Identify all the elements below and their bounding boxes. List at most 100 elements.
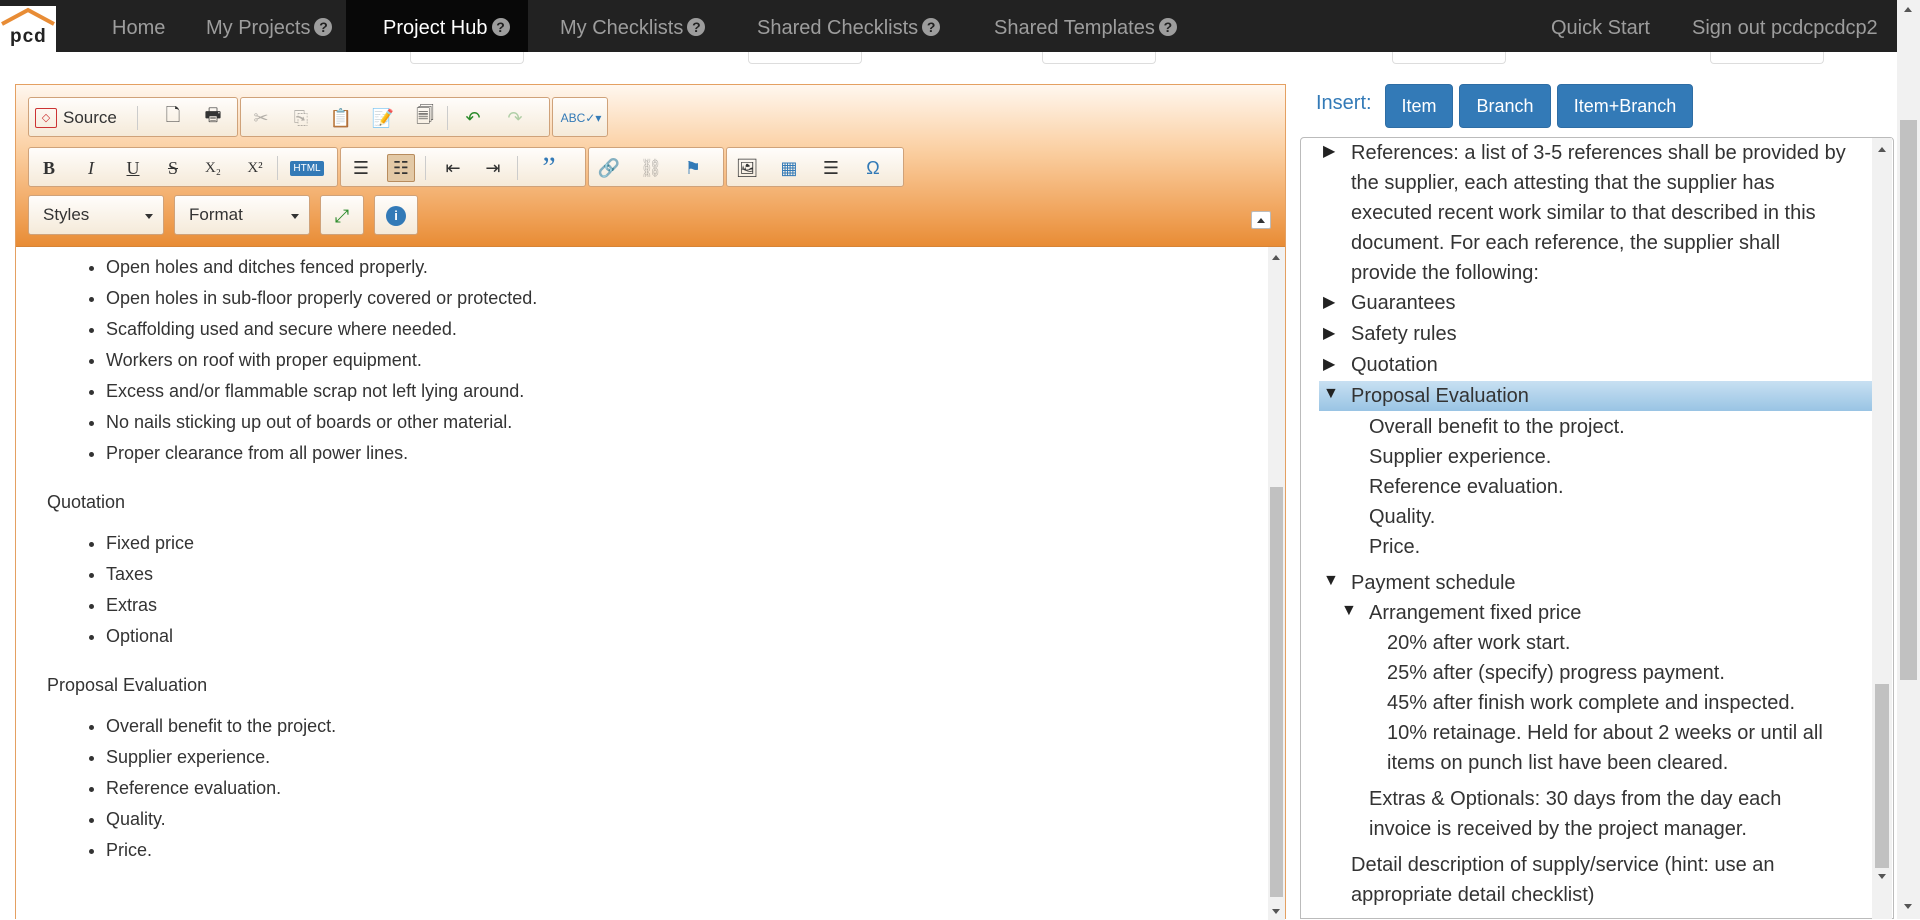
editor-content[interactable]: Open holes and ditches fenced properly.O… xyxy=(16,247,1269,920)
tree-node-references[interactable]: References: a list of 3-5 references sha… xyxy=(1351,138,1846,288)
scroll-up-arrow-icon[interactable] xyxy=(1904,7,1912,12)
link-icon[interactable]: 🔗 xyxy=(595,154,623,182)
copy-icon[interactable]: ⎘ xyxy=(287,104,315,132)
tree-leaf[interactable]: 10% retainage. Held for about 2 weeks or… xyxy=(1387,718,1823,778)
source-button[interactable]: ◇ Source xyxy=(35,104,133,132)
remove-format-icon[interactable]: HTML xyxy=(290,154,324,182)
tree-leaf[interactable]: Supplier experience. xyxy=(1369,442,1551,472)
collapse-toolbar-button[interactable] xyxy=(1251,211,1271,229)
tree-node-quotation[interactable]: Quotation xyxy=(1351,350,1438,380)
redo-icon[interactable]: ↷ xyxy=(501,104,529,132)
expanded-triangle-icon[interactable]: ▼ xyxy=(1341,602,1357,620)
nav-shared-templates[interactable]: Shared Templates? xyxy=(994,0,1177,52)
horizontal-line-icon[interactable]: ☰ xyxy=(817,154,845,182)
spellcheck-icon[interactable]: ABC✓▾ xyxy=(561,104,602,132)
scroll-down-arrow-icon[interactable] xyxy=(1904,904,1912,909)
special-char-icon[interactable]: Ω xyxy=(859,154,887,182)
unlink-icon[interactable]: ⛓ xyxy=(637,154,665,182)
anchor-flag-icon[interactable]: ⚑ xyxy=(679,154,707,182)
superscript-button[interactable]: X² xyxy=(241,154,269,182)
undo-icon[interactable]: ↶ xyxy=(459,104,487,132)
cut-icon[interactable]: ✂ xyxy=(247,104,275,132)
bulleted-list-icon[interactable]: ☷ xyxy=(387,154,415,182)
tree-leaf[interactable]: Detail description of supply/service (hi… xyxy=(1351,850,1775,910)
scrollbar-thumb[interactable] xyxy=(1270,487,1283,897)
expanded-triangle-icon[interactable]: ▼ xyxy=(1323,385,1339,403)
help-icon[interactable]: ? xyxy=(1158,18,1177,36)
numbered-list-icon[interactable]: ☰ xyxy=(347,154,375,182)
collapsed-triangle-icon[interactable]: ▶ xyxy=(1323,354,1335,374)
scroll-down-arrow-icon[interactable] xyxy=(1272,909,1280,914)
nav-project-hub[interactable]: Project Hub? xyxy=(346,0,528,52)
nav-project-hub-label: Project Hub xyxy=(383,17,488,39)
scrollbar-thumb[interactable] xyxy=(1875,684,1889,868)
scroll-down-arrow-icon[interactable] xyxy=(1878,874,1886,879)
print-icon[interactable]: 🖶 xyxy=(199,104,227,132)
logo-text: pcd xyxy=(10,26,47,47)
nav-home[interactable]: Home xyxy=(112,0,165,52)
styles-dropdown[interactable]: Styles xyxy=(28,195,164,235)
preview-icon[interactable]: 🗋 xyxy=(159,104,187,132)
help-icon[interactable]: ? xyxy=(491,18,510,36)
table-icon[interactable]: ▦ xyxy=(775,154,803,182)
nav-my-projects[interactable]: My Projects? xyxy=(206,0,333,52)
tree-leaf[interactable]: Price. xyxy=(1369,532,1420,562)
tree-leaf[interactable]: Overall benefit to the project. xyxy=(1369,412,1625,442)
editor-scrollbar[interactable] xyxy=(1268,247,1285,920)
tree-leaf[interactable]: Reference evaluation. xyxy=(1369,472,1564,502)
expanded-triangle-icon[interactable]: ▼ xyxy=(1323,572,1339,590)
maximize-icon[interactable]: ⤢ xyxy=(328,202,356,230)
bullet-list: Open holes and ditches fenced properly.O… xyxy=(106,252,1269,469)
scroll-up-arrow-icon[interactable] xyxy=(1878,147,1886,152)
scrollbar-thumb[interactable] xyxy=(1900,120,1917,680)
info-icon[interactable]: i xyxy=(382,202,410,230)
toolbar-separator xyxy=(517,156,518,180)
help-icon[interactable]: ? xyxy=(687,18,706,36)
tree-scrollbar[interactable] xyxy=(1872,138,1892,919)
nav-sign-out[interactable]: Sign out pcdcpcdcp2 xyxy=(1692,0,1878,52)
tree-node-proposal-evaluation[interactable]: Proposal Evaluation xyxy=(1351,381,1529,411)
tree-leaf[interactable]: 20% after work start. xyxy=(1387,628,1570,658)
tree-node-text: References: a list of 3-5 references sha… xyxy=(1351,142,1846,164)
help-icon[interactable]: ? xyxy=(314,18,333,36)
tree-leaf[interactable]: Quality. xyxy=(1369,502,1435,532)
underline-button[interactable]: U xyxy=(119,154,147,182)
paste-icon[interactable]: 📋 xyxy=(327,104,355,132)
page-scrollbar[interactable] xyxy=(1897,0,1920,919)
scroll-up-arrow-icon[interactable] xyxy=(1272,255,1280,260)
heading-proposal-evaluation: Proposal Evaluation xyxy=(47,675,208,695)
tree-leaf[interactable]: 25% after (specify) progress payment. xyxy=(1387,658,1725,688)
image-icon[interactable]: 🖼 xyxy=(733,154,761,182)
tree-node-arrangement-fixed-price[interactable]: Arrangement fixed price xyxy=(1369,598,1581,628)
nav-quick-start[interactable]: Quick Start xyxy=(1551,0,1650,52)
collapsed-triangle-icon[interactable]: ▶ xyxy=(1323,323,1335,343)
italic-button[interactable]: I xyxy=(77,154,105,182)
tree-node-safety-rules[interactable]: Safety rules xyxy=(1351,319,1457,349)
blockquote-icon[interactable]: ” xyxy=(535,151,563,184)
outdent-icon[interactable]: ⇤ xyxy=(439,154,467,182)
tree-leaf[interactable]: Extras & Optionals: 30 days from the day… xyxy=(1369,784,1781,844)
tree-leaf[interactable]: 45% after finish work complete and inspe… xyxy=(1387,688,1795,718)
indent-icon[interactable]: ⇥ xyxy=(479,154,507,182)
tree-leaf-text: Detail description of supply/service (hi… xyxy=(1351,854,1775,876)
collapsed-triangle-icon[interactable]: ▶ xyxy=(1323,292,1335,312)
tree-node-text: document. For each reference, the suppli… xyxy=(1351,232,1781,254)
nav-shared-checklists[interactable]: Shared Checklists? xyxy=(757,0,941,52)
tree-node-payment-schedule[interactable]: Payment schedule xyxy=(1351,568,1516,598)
collapsed-triangle-icon[interactable]: ▶ xyxy=(1323,141,1335,161)
tree-node-guarantees[interactable]: Guarantees xyxy=(1351,288,1456,318)
subscript-button[interactable]: X₂ xyxy=(199,154,227,182)
heading-quotation: Quotation xyxy=(47,492,126,512)
paste-word-icon[interactable]: 🗐 xyxy=(411,104,439,132)
insert-branch-button[interactable]: Branch xyxy=(1459,84,1551,128)
insert-item-button[interactable]: Item xyxy=(1385,84,1453,128)
format-dropdown[interactable]: Format xyxy=(174,195,310,235)
strike-button[interactable]: S xyxy=(159,154,187,182)
help-icon[interactable]: ? xyxy=(922,18,941,36)
chevron-down-icon xyxy=(291,214,299,219)
paste-text-icon[interactable]: 📝 xyxy=(369,104,397,132)
pcd-logo[interactable]: pcd xyxy=(0,6,56,52)
nav-my-checklists[interactable]: My Checklists? xyxy=(560,0,706,52)
bold-button[interactable]: B xyxy=(35,154,63,182)
insert-item-branch-button[interactable]: Item+Branch xyxy=(1557,84,1693,128)
